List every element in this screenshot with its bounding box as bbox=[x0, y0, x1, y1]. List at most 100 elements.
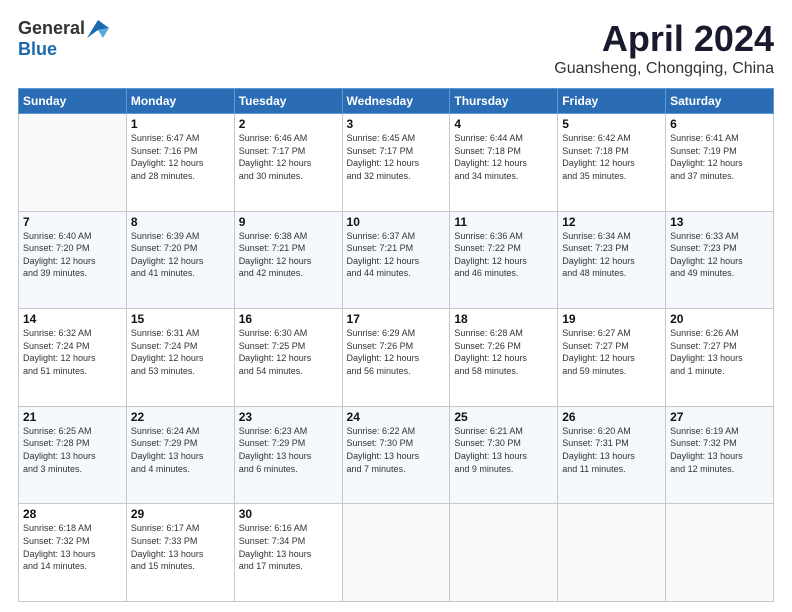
day-info: Sunrise: 6:30 AM Sunset: 7:25 PM Dayligh… bbox=[239, 327, 338, 377]
day-number: 17 bbox=[347, 312, 446, 326]
day-number: 21 bbox=[23, 410, 122, 424]
day-info: Sunrise: 6:42 AM Sunset: 7:18 PM Dayligh… bbox=[562, 132, 661, 182]
day-number: 14 bbox=[23, 312, 122, 326]
day-info: Sunrise: 6:28 AM Sunset: 7:26 PM Dayligh… bbox=[454, 327, 553, 377]
calendar-cell: 2Sunrise: 6:46 AM Sunset: 7:17 PM Daylig… bbox=[234, 114, 342, 212]
calendar-cell: 20Sunrise: 6:26 AM Sunset: 7:27 PM Dayli… bbox=[666, 309, 774, 407]
calendar-cell: 13Sunrise: 6:33 AM Sunset: 7:23 PM Dayli… bbox=[666, 211, 774, 309]
title-block: April 2024 Guansheng, Chongqing, China bbox=[554, 18, 774, 78]
calendar-cell: 15Sunrise: 6:31 AM Sunset: 7:24 PM Dayli… bbox=[126, 309, 234, 407]
calendar-cell: 17Sunrise: 6:29 AM Sunset: 7:26 PM Dayli… bbox=[342, 309, 450, 407]
day-info: Sunrise: 6:25 AM Sunset: 7:28 PM Dayligh… bbox=[23, 425, 122, 475]
logo: General Blue bbox=[18, 18, 109, 60]
calendar-day-header: Monday bbox=[126, 89, 234, 114]
day-info: Sunrise: 6:38 AM Sunset: 7:21 PM Dayligh… bbox=[239, 230, 338, 280]
day-info: Sunrise: 6:45 AM Sunset: 7:17 PM Dayligh… bbox=[347, 132, 446, 182]
day-number: 15 bbox=[131, 312, 230, 326]
day-info: Sunrise: 6:40 AM Sunset: 7:20 PM Dayligh… bbox=[23, 230, 122, 280]
calendar-cell: 21Sunrise: 6:25 AM Sunset: 7:28 PM Dayli… bbox=[19, 406, 127, 504]
day-number: 6 bbox=[670, 117, 769, 131]
day-number: 23 bbox=[239, 410, 338, 424]
page: General Blue April 2024 Guansheng, Chong… bbox=[0, 0, 792, 612]
day-number: 11 bbox=[454, 215, 553, 229]
calendar-cell: 3Sunrise: 6:45 AM Sunset: 7:17 PM Daylig… bbox=[342, 114, 450, 212]
logo-bird-icon bbox=[87, 20, 109, 38]
day-info: Sunrise: 6:32 AM Sunset: 7:24 PM Dayligh… bbox=[23, 327, 122, 377]
calendar-cell: 7Sunrise: 6:40 AM Sunset: 7:20 PM Daylig… bbox=[19, 211, 127, 309]
calendar-day-header: Friday bbox=[558, 89, 666, 114]
calendar-cell: 22Sunrise: 6:24 AM Sunset: 7:29 PM Dayli… bbox=[126, 406, 234, 504]
day-number: 3 bbox=[347, 117, 446, 131]
calendar-cell: 8Sunrise: 6:39 AM Sunset: 7:20 PM Daylig… bbox=[126, 211, 234, 309]
day-number: 5 bbox=[562, 117, 661, 131]
calendar-day-header: Sunday bbox=[19, 89, 127, 114]
day-info: Sunrise: 6:22 AM Sunset: 7:30 PM Dayligh… bbox=[347, 425, 446, 475]
day-number: 9 bbox=[239, 215, 338, 229]
calendar-cell: 30Sunrise: 6:16 AM Sunset: 7:34 PM Dayli… bbox=[234, 504, 342, 602]
day-info: Sunrise: 6:24 AM Sunset: 7:29 PM Dayligh… bbox=[131, 425, 230, 475]
calendar-cell bbox=[342, 504, 450, 602]
calendar-week-row: 14Sunrise: 6:32 AM Sunset: 7:24 PM Dayli… bbox=[19, 309, 774, 407]
calendar-cell: 24Sunrise: 6:22 AM Sunset: 7:30 PM Dayli… bbox=[342, 406, 450, 504]
day-info: Sunrise: 6:19 AM Sunset: 7:32 PM Dayligh… bbox=[670, 425, 769, 475]
calendar-cell: 25Sunrise: 6:21 AM Sunset: 7:30 PM Dayli… bbox=[450, 406, 558, 504]
calendar-cell: 9Sunrise: 6:38 AM Sunset: 7:21 PM Daylig… bbox=[234, 211, 342, 309]
day-number: 26 bbox=[562, 410, 661, 424]
day-number: 8 bbox=[131, 215, 230, 229]
calendar-cell bbox=[666, 504, 774, 602]
calendar-cell: 1Sunrise: 6:47 AM Sunset: 7:16 PM Daylig… bbox=[126, 114, 234, 212]
calendar-cell: 26Sunrise: 6:20 AM Sunset: 7:31 PM Dayli… bbox=[558, 406, 666, 504]
calendar-cell: 18Sunrise: 6:28 AM Sunset: 7:26 PM Dayli… bbox=[450, 309, 558, 407]
day-info: Sunrise: 6:27 AM Sunset: 7:27 PM Dayligh… bbox=[562, 327, 661, 377]
day-info: Sunrise: 6:16 AM Sunset: 7:34 PM Dayligh… bbox=[239, 522, 338, 572]
calendar-cell bbox=[450, 504, 558, 602]
day-number: 18 bbox=[454, 312, 553, 326]
calendar-day-header: Tuesday bbox=[234, 89, 342, 114]
calendar-cell: 11Sunrise: 6:36 AM Sunset: 7:22 PM Dayli… bbox=[450, 211, 558, 309]
day-info: Sunrise: 6:20 AM Sunset: 7:31 PM Dayligh… bbox=[562, 425, 661, 475]
calendar-week-row: 21Sunrise: 6:25 AM Sunset: 7:28 PM Dayli… bbox=[19, 406, 774, 504]
calendar-cell: 10Sunrise: 6:37 AM Sunset: 7:21 PM Dayli… bbox=[342, 211, 450, 309]
day-info: Sunrise: 6:34 AM Sunset: 7:23 PM Dayligh… bbox=[562, 230, 661, 280]
day-number: 29 bbox=[131, 507, 230, 521]
day-number: 4 bbox=[454, 117, 553, 131]
day-info: Sunrise: 6:17 AM Sunset: 7:33 PM Dayligh… bbox=[131, 522, 230, 572]
calendar-day-header: Saturday bbox=[666, 89, 774, 114]
header: General Blue April 2024 Guansheng, Chong… bbox=[18, 18, 774, 78]
calendar-table: SundayMondayTuesdayWednesdayThursdayFrid… bbox=[18, 88, 774, 602]
calendar-cell bbox=[558, 504, 666, 602]
calendar-cell: 12Sunrise: 6:34 AM Sunset: 7:23 PM Dayli… bbox=[558, 211, 666, 309]
day-number: 10 bbox=[347, 215, 446, 229]
day-info: Sunrise: 6:39 AM Sunset: 7:20 PM Dayligh… bbox=[131, 230, 230, 280]
day-number: 24 bbox=[347, 410, 446, 424]
calendar-cell: 14Sunrise: 6:32 AM Sunset: 7:24 PM Dayli… bbox=[19, 309, 127, 407]
calendar-cell: 4Sunrise: 6:44 AM Sunset: 7:18 PM Daylig… bbox=[450, 114, 558, 212]
day-number: 19 bbox=[562, 312, 661, 326]
day-number: 16 bbox=[239, 312, 338, 326]
day-info: Sunrise: 6:26 AM Sunset: 7:27 PM Dayligh… bbox=[670, 327, 769, 377]
day-number: 2 bbox=[239, 117, 338, 131]
day-number: 22 bbox=[131, 410, 230, 424]
calendar-cell: 6Sunrise: 6:41 AM Sunset: 7:19 PM Daylig… bbox=[666, 114, 774, 212]
day-info: Sunrise: 6:46 AM Sunset: 7:17 PM Dayligh… bbox=[239, 132, 338, 182]
calendar-header-row: SundayMondayTuesdayWednesdayThursdayFrid… bbox=[19, 89, 774, 114]
calendar-cell: 5Sunrise: 6:42 AM Sunset: 7:18 PM Daylig… bbox=[558, 114, 666, 212]
day-number: 28 bbox=[23, 507, 122, 521]
day-info: Sunrise: 6:31 AM Sunset: 7:24 PM Dayligh… bbox=[131, 327, 230, 377]
calendar-cell: 16Sunrise: 6:30 AM Sunset: 7:25 PM Dayli… bbox=[234, 309, 342, 407]
calendar-cell bbox=[19, 114, 127, 212]
day-info: Sunrise: 6:44 AM Sunset: 7:18 PM Dayligh… bbox=[454, 132, 553, 182]
calendar-cell: 23Sunrise: 6:23 AM Sunset: 7:29 PM Dayli… bbox=[234, 406, 342, 504]
calendar-cell: 27Sunrise: 6:19 AM Sunset: 7:32 PM Dayli… bbox=[666, 406, 774, 504]
day-info: Sunrise: 6:29 AM Sunset: 7:26 PM Dayligh… bbox=[347, 327, 446, 377]
day-number: 20 bbox=[670, 312, 769, 326]
calendar-cell: 28Sunrise: 6:18 AM Sunset: 7:32 PM Dayli… bbox=[19, 504, 127, 602]
day-number: 25 bbox=[454, 410, 553, 424]
calendar-week-row: 7Sunrise: 6:40 AM Sunset: 7:20 PM Daylig… bbox=[19, 211, 774, 309]
day-number: 30 bbox=[239, 507, 338, 521]
day-number: 1 bbox=[131, 117, 230, 131]
day-info: Sunrise: 6:36 AM Sunset: 7:22 PM Dayligh… bbox=[454, 230, 553, 280]
day-info: Sunrise: 6:47 AM Sunset: 7:16 PM Dayligh… bbox=[131, 132, 230, 182]
day-info: Sunrise: 6:41 AM Sunset: 7:19 PM Dayligh… bbox=[670, 132, 769, 182]
day-number: 13 bbox=[670, 215, 769, 229]
